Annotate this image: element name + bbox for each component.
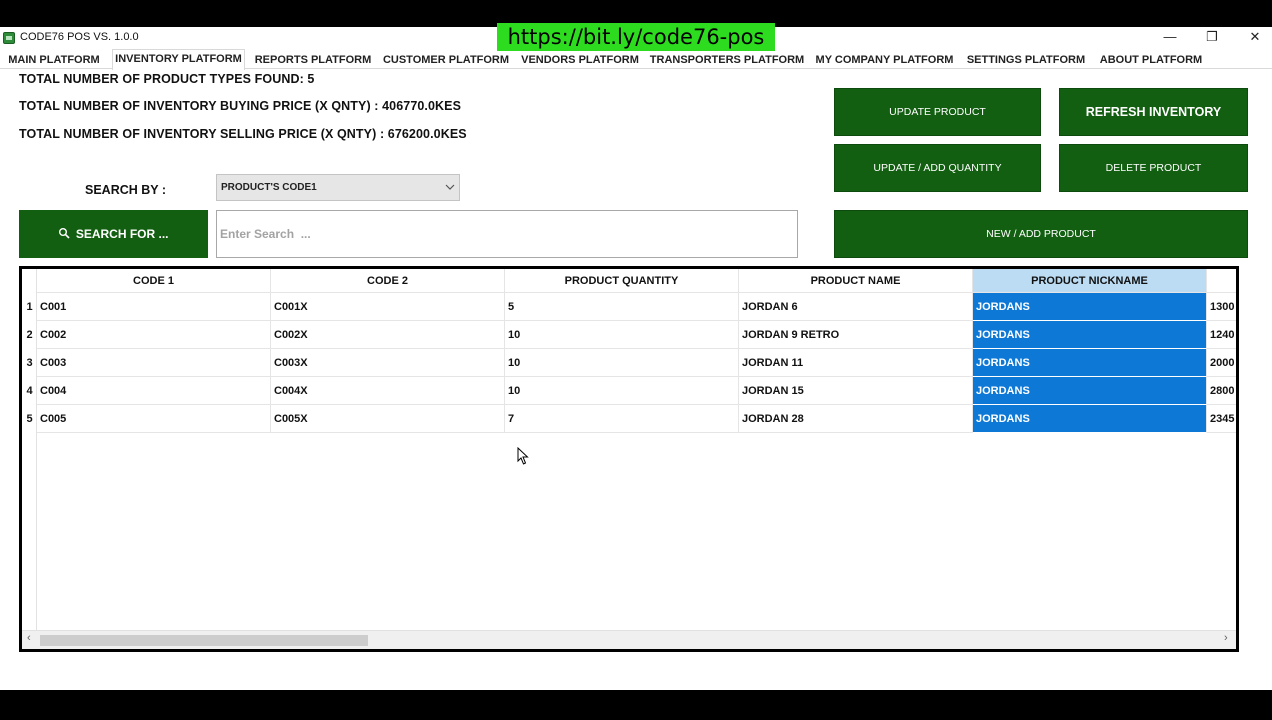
search-icon <box>58 211 71 259</box>
search-input[interactable] <box>216 210 798 258</box>
search-by-label: SEARCH BY : <box>85 183 167 197</box>
inventory-buying-total: TOTAL NUMBER OF INVENTORY BUYING PRICE (… <box>19 99 462 113</box>
column-header-overflow <box>1207 269 1236 293</box>
tab-about-platform[interactable]: ABOUT PLATFORM <box>1096 51 1206 69</box>
window-title: CODE76 POS VS. 1.0.0 <box>20 31 139 43</box>
tab-inventory-platform[interactable]: INVENTORY PLATFORM <box>112 49 245 70</box>
table-cell-overflow[interactable]: 1300 <box>1207 293 1236 321</box>
table-cell-code2[interactable]: C003X <box>271 349 505 377</box>
tab-customer-platform[interactable]: CUSTOMER PLATFORM <box>381 51 511 69</box>
table-cell-name[interactable]: JORDAN 28 <box>739 405 973 433</box>
table-cell-quantity[interactable]: 10 <box>505 377 739 405</box>
table-cell-overflow[interactable]: 2000 <box>1207 349 1236 377</box>
new-add-product-button[interactable]: NEW / ADD PRODUCT <box>834 210 1248 258</box>
table-cell-code1[interactable]: C001 <box>37 293 271 321</box>
column-header-code2[interactable]: CODE 2 <box>271 269 505 293</box>
table-cell-code2[interactable]: C005X <box>271 405 505 433</box>
table-cell-name[interactable]: JORDAN 15 <box>739 377 973 405</box>
row-number: 1 <box>26 301 33 313</box>
close-button[interactable]: ✕ <box>1240 29 1270 47</box>
tab-transporters-platform[interactable]: TRANSPORTERS PLATFORM <box>649 51 805 69</box>
table-cell-quantity[interactable]: 10 <box>505 349 739 377</box>
table-cell-code1[interactable]: C003 <box>37 349 271 377</box>
table-cell-code1[interactable]: C002 <box>37 321 271 349</box>
column-header-product-quantity[interactable]: PRODUCT QUANTITY <box>505 269 739 293</box>
tab-reports-platform[interactable]: REPORTS PLATFORM <box>252 51 374 69</box>
table-cell-code2[interactable]: C002X <box>271 321 505 349</box>
refresh-inventory-button[interactable]: REFRESH INVENTORY <box>1059 88 1248 136</box>
search-field-select[interactable]: PRODUCT'S CODE1 <box>216 174 460 201</box>
table-cell-nickname[interactable]: JORDANS <box>973 377 1207 405</box>
table-cell-code2[interactable]: C004X <box>271 377 505 405</box>
table-cell-quantity[interactable]: 5 <box>505 293 739 321</box>
platform-tab-strip: MAIN PLATFORM INVENTORY PLATFORM REPORTS… <box>0 49 1272 70</box>
tab-my-company-platform[interactable]: MY COMPANY PLATFORM <box>813 51 956 69</box>
app-icon <box>3 32 15 44</box>
url-overlay-banner: https://bit.ly/code76-pos <box>497 23 775 51</box>
tab-vendors-platform[interactable]: VENDORS PLATFORM <box>519 51 641 69</box>
scroll-left-arrow-icon[interactable]: ‹ <box>27 632 31 644</box>
update-add-quantity-button[interactable]: UPDATE / ADD QUANTITY <box>834 144 1041 192</box>
app-window: CODE76 POS VS. 1.0.0 — ❐ ✕ https://bit.l… <box>0 23 1272 690</box>
table-cell-code1[interactable]: C005 <box>37 405 271 433</box>
video-letterbox-bottom <box>0 690 1272 720</box>
table-cell-name[interactable]: JORDAN 9 RETRO <box>739 321 973 349</box>
chevron-down-icon <box>445 175 455 210</box>
table-cell-quantity[interactable]: 7 <box>505 405 739 433</box>
delete-product-button[interactable]: DELETE PRODUCT <box>1059 144 1248 192</box>
tab-settings-platform[interactable]: SETTINGS PLATFORM <box>964 51 1088 69</box>
table-cell-code1[interactable]: C004 <box>37 377 271 405</box>
product-types-count: TOTAL NUMBER OF PRODUCT TYPES FOUND: 5 <box>19 72 315 86</box>
inventory-selling-total: TOTAL NUMBER OF INVENTORY SELLING PRICE … <box>19 127 467 141</box>
table-cell-nickname[interactable]: JORDANS <box>973 293 1207 321</box>
search-button-label: SEARCH FOR ... <box>75 227 169 241</box>
table-cell-overflow[interactable]: 2345 <box>1207 405 1236 433</box>
table-cell-nickname[interactable]: JORDANS <box>973 405 1207 433</box>
table-cell-code2[interactable]: C001X <box>271 293 505 321</box>
scroll-right-arrow-icon[interactable]: › <box>1224 632 1228 644</box>
row-number: 5 <box>26 413 33 425</box>
table-cell-nickname[interactable]: JORDANS <box>973 321 1207 349</box>
restore-button[interactable]: ❐ <box>1197 29 1227 47</box>
row-number: 3 <box>26 357 33 369</box>
mouse-cursor-icon <box>517 447 529 465</box>
table-cell-nickname[interactable]: JORDANS <box>973 349 1207 377</box>
update-product-button[interactable]: UPDATE PRODUCT <box>834 88 1041 136</box>
column-header-code1[interactable]: CODE 1 <box>37 269 271 293</box>
minimize-button[interactable]: — <box>1155 29 1185 47</box>
row-number: 4 <box>26 385 33 397</box>
search-button[interactable]: SEARCH FOR ... <box>19 210 208 258</box>
horizontal-scrollbar[interactable]: ‹ › <box>22 630 1236 649</box>
column-header-product-nickname[interactable]: PRODUCT NICKNAME <box>973 269 1207 293</box>
tab-main-platform[interactable]: MAIN PLATFORM <box>4 51 104 69</box>
table-cell-name[interactable]: JORDAN 6 <box>739 293 973 321</box>
search-field-value: PRODUCT'S CODE1 <box>221 182 317 193</box>
table-cell-overflow[interactable]: 2800 <box>1207 377 1236 405</box>
row-number: 2 <box>26 329 33 341</box>
column-header-product-name[interactable]: PRODUCT NAME <box>739 269 973 293</box>
table-cell-name[interactable]: JORDAN 11 <box>739 349 973 377</box>
table-cell-overflow[interactable]: 1240 <box>1207 321 1236 349</box>
table-cell-quantity[interactable]: 10 <box>505 321 739 349</box>
scrollbar-thumb[interactable] <box>40 635 368 646</box>
inventory-table[interactable]: CODE 1 CODE 2 PRODUCT QUANTITY PRODUCT N… <box>19 266 1239 652</box>
